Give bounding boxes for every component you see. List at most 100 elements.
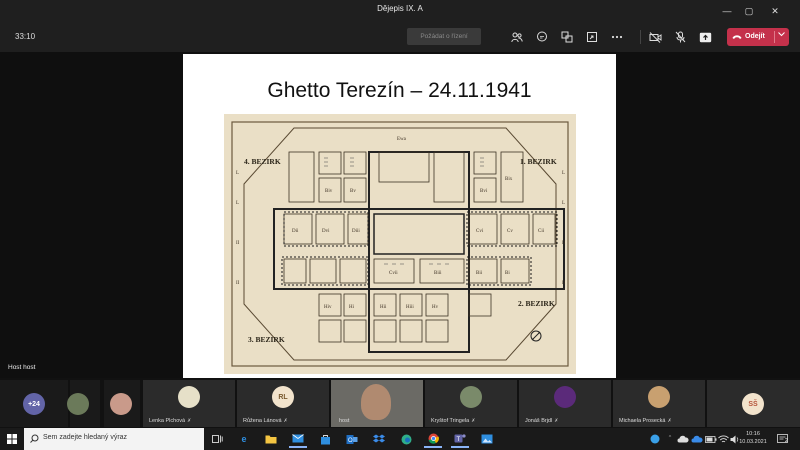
participant-name: Jonáš Brjdl ✗: [525, 418, 559, 424]
svg-text:Hiii: Hiii: [406, 305, 414, 310]
breakout-rooms-icon[interactable]: [558, 28, 576, 46]
svg-text:L: L: [236, 171, 239, 176]
svg-text:L: L: [562, 171, 565, 176]
more-actions-icon[interactable]: [608, 28, 626, 46]
leave-divider: [774, 31, 775, 43]
leave-button[interactable]: Odejít: [727, 28, 789, 46]
taskbar-search-input[interactable]: Sem zadejte hledaný výraz: [24, 428, 204, 450]
search-placeholder: Sem zadejte hledaný výraz: [43, 434, 128, 441]
edge-new-icon[interactable]: [397, 430, 415, 448]
participant-tile[interactable]: [104, 380, 140, 427]
participant-tile[interactable]: SŠ: [707, 380, 800, 427]
file-explorer-icon[interactable]: [262, 430, 280, 448]
svg-text:T: T: [457, 437, 461, 443]
participant-name: host: [339, 418, 350, 424]
participant-tile[interactable]: Kryštof Tringela ✗: [425, 380, 517, 427]
chevron-down-icon[interactable]: [778, 32, 785, 39]
teams-icon[interactable]: T: [451, 430, 469, 448]
participants-icon[interactable]: [508, 28, 526, 46]
avatar: [460, 386, 482, 408]
svg-text:Bi: Bi: [505, 271, 510, 276]
search-icon: [30, 434, 39, 443]
svg-text:Bvi: Bvi: [480, 189, 488, 194]
edge-browser-icon[interactable]: e: [235, 430, 253, 448]
svg-text:Diii: Diii: [352, 229, 360, 234]
svg-text:O: O: [348, 438, 353, 444]
svg-text:1. BEZIRK: 1. BEZIRK: [520, 157, 557, 166]
mic-muted-icon[interactable]: [671, 28, 689, 46]
svg-text:3. BEZIRK: 3. BEZIRK: [248, 335, 285, 344]
request-control-button[interactable]: Požádat o řízení: [407, 28, 481, 45]
store-icon[interactable]: [316, 430, 334, 448]
mic-muted-icon: ✗: [283, 418, 288, 424]
leave-label: Odejít: [745, 33, 765, 40]
dropbox-icon[interactable]: [370, 430, 388, 448]
avatar: SŠ: [742, 393, 764, 415]
svg-text:II: II: [562, 241, 566, 246]
svg-text:II: II: [236, 241, 240, 246]
notification-count: 2: [785, 438, 788, 444]
svg-text:Bix: Bix: [505, 177, 513, 182]
svg-text:Dvi: Dvi: [322, 229, 330, 234]
windows-start-icon[interactable]: [3, 430, 21, 448]
hang-up-icon: [732, 35, 742, 39]
system-clock[interactable]: 10:16 10.03.2021: [738, 430, 768, 446]
participant-name: Růžena Lánová ✗: [243, 418, 288, 424]
participant-video-tile[interactable]: host: [331, 380, 423, 427]
participant-tile[interactable]: Michaela Prosecká ✗: [613, 380, 705, 427]
avatar: RL: [272, 386, 294, 408]
avatar: [110, 393, 132, 415]
photos-icon[interactable]: [478, 430, 496, 448]
svg-text:Biv: Biv: [325, 189, 333, 194]
close-icon[interactable]: ✕: [760, 0, 790, 22]
svg-text:Hii: Hii: [380, 305, 387, 310]
participant-name: Michaela Prosecká ✗: [619, 418, 672, 424]
outlook-icon[interactable]: O: [343, 430, 361, 448]
svg-text:Hiv: Hiv: [324, 305, 332, 310]
notifications-icon[interactable]: 2: [774, 430, 792, 448]
overflow-tile[interactable]: +24: [0, 380, 68, 427]
svg-text:II: II: [236, 281, 240, 286]
svg-text:Bv: Bv: [350, 189, 356, 194]
svg-text:Cv: Cv: [507, 229, 513, 234]
svg-text:II: II: [562, 281, 566, 286]
svg-text:Cvi: Cvi: [476, 229, 484, 234]
camera-off-icon[interactable]: [646, 28, 664, 46]
participant-tile[interactable]: Jonáš Brjdl ✗: [519, 380, 611, 427]
svg-text:4. BEZIRK: 4. BEZIRK: [244, 157, 281, 166]
shared-content-stage: Ghetto Terezín – 24.11.1941 4. BEZIRK 1.…: [0, 52, 800, 378]
svg-text:Ewa: Ewa: [397, 137, 407, 142]
svg-text:L: L: [236, 201, 239, 206]
avatar: [67, 393, 89, 415]
mic-muted-icon: ✗: [187, 418, 192, 424]
svg-text:Cii: Cii: [538, 229, 545, 234]
svg-text:Hv: Hv: [432, 305, 439, 310]
slide-title: Ghetto Terezín – 24.11.1941: [267, 79, 532, 102]
overflow-count-badge[interactable]: +24: [23, 393, 45, 415]
avatar: [178, 386, 200, 408]
share-tray-icon[interactable]: [583, 28, 601, 46]
video-feed: [361, 384, 391, 420]
participants-strip: +24 Lenka Plchová ✗ RL Růžena Lánová ✗ hos…: [0, 378, 800, 428]
chrome-icon[interactable]: [424, 430, 442, 448]
svg-text:Dii: Dii: [292, 229, 299, 234]
svg-text:Biii: Biii: [434, 271, 442, 276]
meeting-toolbar: 33:10 Požádat o řízení Odejít: [0, 22, 800, 52]
participant-name: Kryštof Tringela ✗: [431, 418, 476, 424]
task-view-icon[interactable]: [208, 430, 226, 448]
chat-icon[interactable]: [533, 28, 551, 46]
avatar: [648, 386, 670, 408]
minimize-icon[interactable]: —: [716, 0, 738, 22]
presentation-slide: Ghetto Terezín – 24.11.1941 4. BEZIRK 1.…: [183, 54, 616, 378]
participant-tile[interactable]: Lenka Plchová ✗: [143, 380, 235, 427]
maximize-icon[interactable]: ▢: [738, 0, 760, 22]
participant-tile[interactable]: RL Růžena Lánová ✗: [237, 380, 329, 427]
svg-text:Cvii: Cvii: [389, 271, 398, 276]
meeting-timer: 33:10: [15, 32, 36, 41]
avatar: [554, 386, 576, 408]
window-titlebar: Dějepis IX. A — ▢ ✕: [0, 0, 800, 22]
participant-tile[interactable]: [67, 380, 100, 427]
share-screen-icon[interactable]: [696, 28, 714, 46]
mail-icon[interactable]: [289, 430, 307, 448]
clock-date: 10.03.2021: [739, 439, 767, 445]
